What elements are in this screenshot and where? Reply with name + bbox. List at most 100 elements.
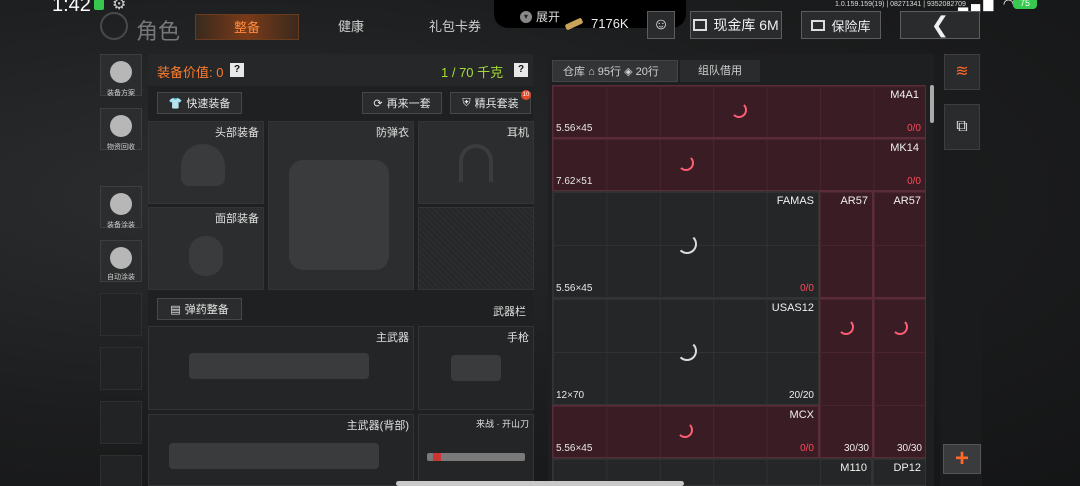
back-button[interactable]: ❮ [900, 11, 980, 39]
warehouse-item-famas[interactable]: FAMAS 5.56×45 0/0 [552, 191, 819, 298]
warehouse-item-mcx[interactable]: MCX 5.56×45 0/0 [552, 405, 819, 458]
loading-spinner-icon [838, 319, 854, 335]
helmet-silhouette-icon [181, 144, 225, 186]
sort-button[interactable]: ≋ [944, 54, 980, 90]
elite-set-button[interactable]: ⛨ 精兵套装 [450, 92, 531, 114]
rows-count-1: 95行 [597, 66, 622, 78]
paint-icon [110, 193, 132, 215]
item-name: M4A1 [890, 89, 919, 101]
tab-team-borrow[interactable]: 组队借用 [680, 60, 760, 82]
rows-count-2: 20行 [635, 66, 659, 78]
warehouse-item-ar57[interactable]: AR57 [873, 191, 926, 298]
slot-melee[interactable]: 来战 · 开山刀 [418, 414, 534, 486]
slot-armor[interactable]: 防弹衣 [268, 121, 414, 290]
rifle-silhouette-icon [169, 443, 379, 469]
warehouse-label: 仓库 [563, 66, 585, 78]
expand-toggle[interactable]: ▾ 展开 [520, 8, 560, 25]
help-icon[interactable]: ? [230, 63, 244, 77]
plus-icon: + [954, 445, 969, 472]
slot-head[interactable]: 头部装备 [148, 121, 264, 204]
item-name: MK14 [890, 142, 919, 154]
notification-badge: 10 [521, 90, 531, 100]
home-indicator[interactable] [396, 481, 684, 486]
item-ammo: 30/30 [896, 443, 922, 454]
tab-warehouse[interactable]: 仓库 ⌂ 95行 ◈ 20行 [552, 60, 678, 82]
sidebar-empty-slot [100, 293, 142, 336]
stack-refresh-icon: ≋ [955, 63, 969, 80]
ammo-setup-button[interactable]: ▤ 弹药整备 [157, 298, 242, 320]
sidebar-item-label: 装备方案 [107, 90, 135, 97]
again-button[interactable]: ⟳ 再来一套 [362, 92, 442, 114]
cash-vault-button[interactable]: 现金库 6M [690, 11, 782, 39]
globe-logo-icon [100, 12, 128, 40]
slot-primary[interactable]: 主武器 [148, 326, 414, 410]
tab-health[interactable]: 健康 [310, 14, 392, 40]
layers-button[interactable]: ⧉ [944, 104, 980, 150]
slot-ear[interactable]: 耳机 [418, 121, 534, 204]
armor-silhouette-icon [289, 160, 389, 270]
warehouse-item-mk14[interactable]: MK14 7.62×51 0/0 [552, 138, 926, 191]
layers-icon: ⧉ [956, 118, 968, 135]
warehouse-item-mcx-right[interactable]: 30/30 [873, 298, 926, 458]
shirt-icon: 👕 [168, 97, 183, 110]
item-caliber: 5.56×45 [556, 283, 593, 294]
chevron-left-icon: ❮ [930, 12, 950, 37]
sidebar-item-label: 自动涂装 [107, 274, 135, 281]
item-name: AR57 [840, 195, 868, 207]
slot-label: 耳机 [507, 127, 529, 139]
elite-set-label: 精兵套装 [474, 98, 519, 110]
item-ammo: 0/0 [800, 443, 814, 454]
warehouse-item-m4a1[interactable]: M4A1 5.56×45 0/0 [552, 85, 926, 138]
safe-label: 保险库 [831, 18, 871, 34]
money-value: 7176K [591, 16, 629, 31]
help-icon[interactable]: ? [514, 63, 528, 77]
item-name: FAMAS [776, 195, 814, 207]
item-ammo: 0/0 [907, 123, 921, 134]
add-button[interactable]: + [943, 444, 981, 474]
warehouse-scrollbar[interactable] [930, 85, 934, 123]
slot-primary-back[interactable]: 主武器(背部) [148, 414, 414, 486]
weapon-bar-label: 武器栏 [493, 306, 526, 318]
slot-pistol[interactable]: 手枪 [418, 326, 534, 410]
safe-icon [811, 19, 826, 31]
item-ammo: 20/20 [788, 390, 814, 401]
cash-vault-icon [693, 19, 708, 31]
rifle-silhouette-icon [189, 353, 369, 379]
home-icon: ⌂ [588, 66, 595, 78]
sidebar-empty-slot [100, 347, 142, 390]
warehouse-item-usas12[interactable]: USAS12 12×70 20/20 [552, 298, 819, 405]
shield-icon: ⛨ [462, 96, 471, 109]
slot-label: 手枪 [507, 332, 529, 344]
safe-vault-button[interactable]: 保险库 [801, 11, 881, 39]
auto-paint-icon [110, 247, 132, 269]
equipment-value: 装备价值: 0 [157, 65, 224, 80]
mask-icon [189, 236, 223, 276]
sidebar-empty-slot [100, 455, 142, 486]
machete-icon [427, 453, 525, 461]
quick-equip-label: 快速装备 [186, 98, 231, 110]
slot-label: 主武器(背部) [346, 420, 409, 432]
item-caliber: 7.62×51 [556, 176, 593, 187]
battery-icon: 75 [1013, 0, 1037, 9]
money-display: 7176K [564, 16, 629, 31]
warehouse-item-dp12[interactable]: DP12 [872, 458, 926, 486]
slot-label: 来战 · 开山刀 [476, 419, 529, 429]
slot-label: 主武器 [376, 332, 409, 344]
status-time: 1:42 [52, 0, 91, 16]
slot-face[interactable]: 面部装备 [148, 207, 264, 290]
expand-label: 展开 [536, 10, 561, 24]
tab-gift-cards[interactable]: 礼包卡券 [410, 14, 500, 40]
warehouse-item-mcx-mid[interactable]: 30/30 [819, 298, 873, 458]
slot-locked [418, 207, 534, 290]
tab-equip[interactable]: 整备 [195, 14, 299, 40]
slot-label: 面部装备 [215, 213, 259, 225]
sidebar-item-label: 装备涂装 [107, 222, 135, 229]
item-ammo: 0/0 [800, 283, 814, 294]
loading-spinner-icon [892, 319, 908, 335]
operator-avatar-button[interactable]: ☺ [647, 11, 675, 39]
quick-equip-button[interactable]: 👕 快速装备 [157, 92, 242, 114]
warehouse-item-ar57[interactable]: AR57 [819, 191, 873, 298]
recording-indicator-icon [94, 0, 104, 10]
machete-handle-icon [433, 453, 441, 461]
carry-weight: 1 / 70 千克 [441, 65, 504, 80]
